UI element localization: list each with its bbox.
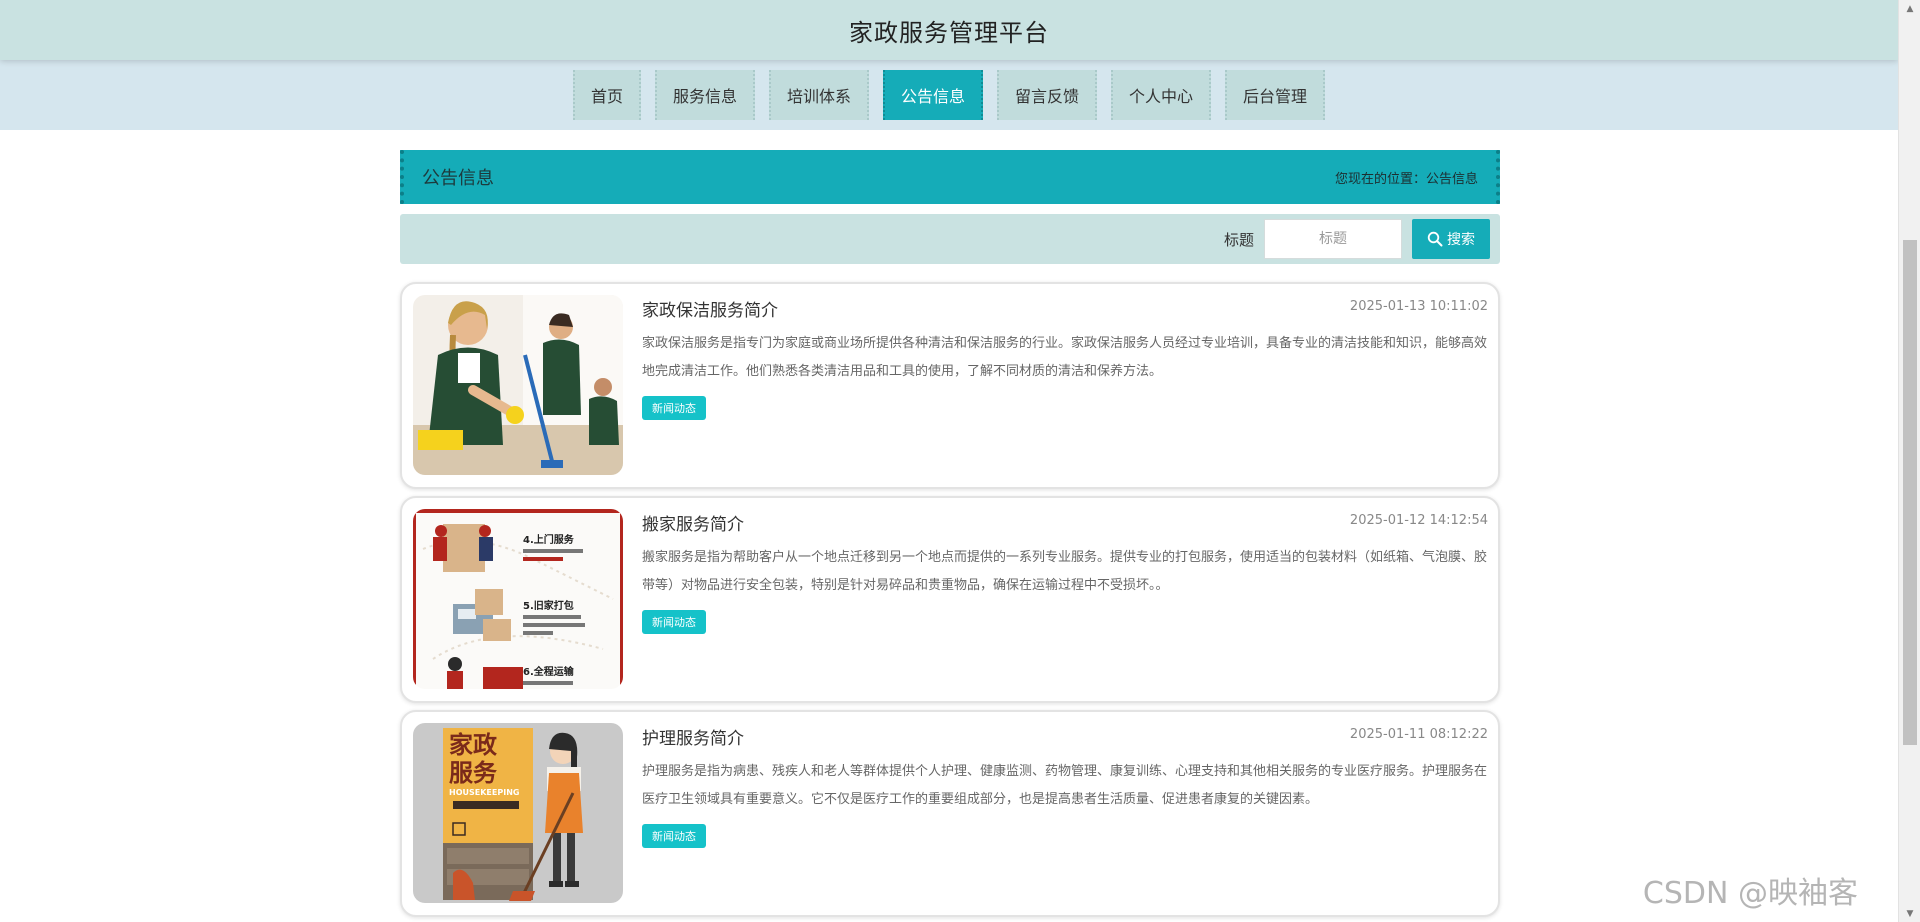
breadcrumb: 您现在的位置：公告信息 bbox=[1334, 171, 1478, 187]
announcement-date: 2025-01-13 10:11:02 bbox=[1349, 299, 1488, 314]
announcement-list: 家政保洁服务简介 2025-01-13 10:11:02 家政保洁服务是指专门为… bbox=[400, 282, 1500, 922]
main-nav: 首页 服务信息 培训体系 公告信息 留言反馈 个人中心 后台管理 bbox=[0, 60, 1898, 130]
scroll-thumb[interactable] bbox=[1903, 240, 1917, 745]
scroll-down-icon[interactable]: ▼ bbox=[1899, 905, 1920, 922]
announcement-title[interactable]: 家政保洁服务简介 bbox=[642, 296, 778, 321]
thumb-caption: 家政 bbox=[449, 731, 497, 759]
watermark: CSDN @映袖客 bbox=[1642, 876, 1858, 911]
announcement-summary: 搬家服务是指为帮助客户从一个地点迁移到另一个地点而提供的一系列专业服务。提供专业… bbox=[642, 550, 1488, 593]
search-button[interactable]: 搜索 bbox=[1412, 219, 1490, 259]
announcement-card[interactable]: 家政 服务 HOUSEKEEPING 护理服务简介 2025-01-11 08:… bbox=[400, 710, 1500, 917]
section-title: 公告信息 bbox=[422, 168, 494, 189]
thumb-caption: 5.旧家打包 bbox=[523, 599, 574, 612]
search-button-label: 搜索 bbox=[1447, 232, 1475, 248]
search-bar: 标题 搜索 bbox=[400, 214, 1500, 264]
scroll-up-icon[interactable]: ▲ bbox=[1899, 0, 1920, 17]
thumb-caption: 6.全程运输 bbox=[523, 665, 575, 678]
cleaning-thumbnail[interactable] bbox=[413, 295, 623, 475]
thumb-caption: 4.上门服务 bbox=[523, 533, 575, 546]
announcement-date: 2025-01-12 14:12:54 bbox=[1349, 513, 1488, 528]
nav-item-services[interactable]: 服务信息 bbox=[654, 70, 755, 120]
announcement-card[interactable]: 4.上门服务 5.旧家打包 6.全程运输 搬家服务简介 2025-01-12 1… bbox=[400, 496, 1500, 703]
thumb-caption: HOUSEKEEPING bbox=[449, 788, 519, 797]
page: 家政服务管理平台 首页 服务信息 培训体系 公告信息 留言反馈 个人中心 后台管… bbox=[0, 0, 1898, 922]
search-input[interactable] bbox=[1264, 219, 1402, 259]
search-icon bbox=[1427, 231, 1443, 247]
site-title: 家政服务管理平台 bbox=[849, 18, 1049, 47]
announcement-title[interactable]: 搬家服务简介 bbox=[642, 510, 744, 535]
category-tag[interactable]: 新闻动态 bbox=[642, 396, 706, 420]
category-tag[interactable]: 新闻动态 bbox=[642, 824, 706, 848]
announcement-card[interactable]: 家政保洁服务简介 2025-01-13 10:11:02 家政保洁服务是指专门为… bbox=[400, 282, 1500, 489]
nav-item-announcements[interactable]: 公告信息 bbox=[882, 70, 983, 120]
site-header: 家政服务管理平台 bbox=[0, 0, 1898, 60]
nav-item-profile[interactable]: 个人中心 bbox=[1111, 70, 1212, 120]
announcement-title[interactable]: 护理服务简介 bbox=[642, 724, 744, 749]
announcement-date: 2025-01-11 08:12:22 bbox=[1349, 727, 1488, 742]
housekeeping-thumbnail[interactable]: 家政 服务 HOUSEKEEPING bbox=[413, 723, 623, 903]
announcement-summary: 家政保洁服务是指专门为家庭或商业场所提供各种清洁和保洁服务的行业。家政保洁服务人… bbox=[642, 336, 1488, 379]
nav-item-feedback[interactable]: 留言反馈 bbox=[997, 70, 1098, 120]
thumb-caption: 服务 bbox=[449, 759, 498, 787]
announcement-summary: 护理服务是指为病患、残疾人和老人等群体提供个人护理、健康监测、药物管理、康复训练… bbox=[642, 764, 1488, 807]
search-label: 标题 bbox=[1223, 230, 1254, 249]
category-tag[interactable]: 新闻动态 bbox=[642, 610, 706, 634]
page-scrollbar[interactable]: ▲ ▼ bbox=[1898, 0, 1920, 922]
moving-thumbnail[interactable]: 4.上门服务 5.旧家打包 6.全程运输 bbox=[413, 509, 623, 689]
nav-item-home[interactable]: 首页 bbox=[572, 70, 641, 120]
location-bar: 公告信息 您现在的位置：公告信息 bbox=[400, 150, 1500, 204]
nav-item-training[interactable]: 培训体系 bbox=[768, 70, 869, 120]
nav-item-admin[interactable]: 后台管理 bbox=[1225, 70, 1326, 120]
